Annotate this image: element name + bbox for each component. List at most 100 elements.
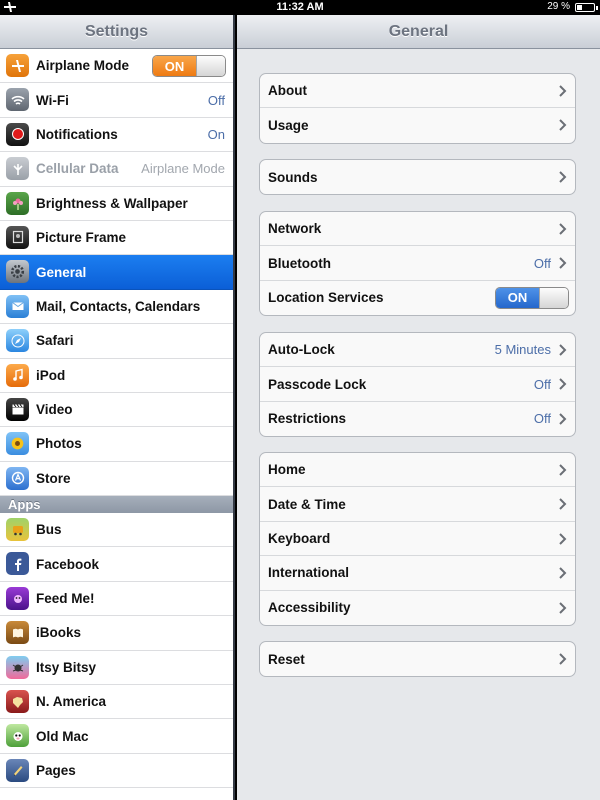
row-bluetooth[interactable]: Bluetooth Off [260, 246, 575, 281]
wifi-status: Off [207, 92, 225, 108]
chevron-right-icon [559, 85, 567, 97]
row-restrictions[interactable]: Restrictions Off [260, 402, 575, 436]
row-label: Auto-Lock [268, 342, 335, 358]
row-label: Date & Time [268, 496, 346, 512]
chevron-right-icon [559, 344, 567, 356]
sidebar-item-label: Photos [36, 436, 82, 452]
apps-section-header: Apps [0, 496, 233, 514]
status-bar: 11:32 AM 29 % [0, 0, 600, 15]
sidebar-item-picture-frame[interactable]: Picture Frame [0, 220, 233, 256]
old-mac-icon [6, 724, 29, 748]
sidebar-item-feed-me[interactable]: Feed Me! [0, 581, 233, 617]
sidebar-item-mail-contacts-calendars[interactable]: Mail, Contacts, Calendars [0, 289, 233, 325]
row-reset[interactable]: Reset [260, 642, 575, 676]
toggle-state: ON [496, 287, 539, 308]
sidebar-item-label: Brightness & Wallpaper [36, 195, 188, 211]
sidebar-item-label: iPod [36, 367, 66, 383]
sidebar-item-ibooks[interactable]: iBooks [0, 616, 233, 651]
chevron-right-icon [559, 413, 567, 425]
row-keyboard[interactable]: Keyboard [260, 522, 575, 557]
sidebar-item-n-america[interactable]: N. America [0, 685, 233, 720]
sidebar-item-label: Wi-Fi [36, 92, 69, 108]
sidebar-item-notifications[interactable]: Notifications On [0, 117, 233, 153]
page-title: General [237, 15, 600, 49]
restrictions-value: Off [533, 411, 551, 427]
chevron-right-icon [559, 119, 567, 132]
sidebar-item-label: Mail, Contacts, Calendars [36, 298, 201, 314]
sidebar-item-label: Safari [36, 333, 74, 349]
bluetooth-status: Off [533, 255, 551, 271]
status-time: 11:32 AM [276, 1, 324, 13]
sidebar-item-bus[interactable]: Bus [0, 513, 233, 548]
notifications-icon [6, 122, 29, 146]
sidebar-item-wifi[interactable]: Wi-Fi Off [0, 83, 233, 118]
sidebar-item-video[interactable]: Video [0, 392, 233, 428]
row-label: Bluetooth [268, 255, 331, 271]
flower-icon [6, 191, 29, 215]
sidebar-item-label: Notifications [36, 126, 118, 142]
sidebar-item-general[interactable]: General [0, 255, 233, 290]
row-label: About [268, 83, 307, 99]
cellular-icon [6, 157, 29, 181]
row-network[interactable]: Network [260, 212, 575, 247]
row-label: Network [268, 221, 322, 237]
cellular-status: Airplane Mode [141, 161, 225, 177]
location-services-toggle[interactable]: ON [495, 286, 569, 309]
sidebar-item-airplane-mode[interactable]: Airplane Mode ON [0, 49, 233, 84]
chevron-right-icon [559, 601, 567, 614]
row-location-services: Location Services ON [260, 281, 575, 315]
settings-group-network: Network Bluetooth Off Location Services … [259, 211, 576, 317]
sidebar-item-brightness-wallpaper[interactable]: Brightness & Wallpaper [0, 186, 233, 221]
battery-icon [575, 3, 598, 12]
music-note-icon [6, 363, 29, 387]
row-passcode-lock[interactable]: Passcode Lock Off [260, 367, 575, 402]
settings-list: Airplane Mode ON Wi-Fi Off Notifications… [0, 49, 233, 497]
row-label: Usage [268, 118, 309, 134]
chevron-right-icon [559, 498, 567, 511]
sidebar-item-label: Facebook [36, 556, 100, 572]
sidebar-item-label: Itsy Bitsy [36, 659, 97, 675]
row-label: Sounds [268, 169, 318, 185]
chevron-right-icon [559, 171, 567, 183]
sidebar-item-photos[interactable]: Photos [0, 427, 233, 462]
toggle-knob [539, 287, 568, 308]
row-international[interactable]: International [260, 556, 575, 591]
sidebar-item-label: Cellular Data [36, 161, 119, 177]
sidebar-item-safari[interactable]: Safari [0, 324, 233, 359]
mail-icon [6, 294, 29, 318]
chevron-right-icon [559, 223, 567, 235]
row-accessibility[interactable]: Accessibility [260, 591, 575, 625]
sidebar-item-label: Feed Me! [36, 591, 95, 607]
row-label: Accessibility [268, 600, 351, 616]
row-about[interactable]: About [260, 74, 575, 109]
row-usage[interactable]: Usage [260, 108, 575, 142]
sidebar-item-ipod[interactable]: iPod [0, 358, 233, 393]
row-auto-lock[interactable]: Auto-Lock 5 Minutes [260, 333, 575, 368]
chevron-right-icon [559, 533, 567, 545]
airplane-mode-toggle[interactable]: ON [152, 55, 226, 77]
sidebar-item-itsy-bitsy[interactable]: Itsy Bitsy [0, 650, 233, 686]
sunflower-icon [6, 432, 29, 456]
sidebar-item-cellular-data[interactable]: Cellular Data Airplane Mode [0, 152, 233, 187]
feed-me-icon [6, 586, 29, 610]
row-home[interactable]: Home [260, 453, 575, 488]
chevron-right-icon [559, 257, 567, 270]
row-sounds[interactable]: Sounds [260, 160, 575, 194]
sidebar-item-pages[interactable]: Pages [0, 753, 233, 789]
chevron-right-icon [559, 464, 567, 476]
sidebar-item-label: Bus [36, 522, 62, 538]
sidebar-item-facebook[interactable]: Facebook [0, 547, 233, 582]
settings-sidebar: Settings Airplane Mode ON Wi-Fi Off Noti… [0, 15, 235, 800]
facebook-icon [6, 552, 29, 576]
sidebar-item-label: N. America [36, 694, 107, 710]
row-date-time[interactable]: Date & Time [260, 487, 575, 522]
sidebar-item-store[interactable]: Store [0, 461, 233, 497]
row-label: Location Services [268, 290, 384, 306]
auto-lock-value: 5 Minutes [494, 342, 551, 358]
settings-group-sounds: Sounds [259, 159, 576, 196]
settings-group-system: Home Date & Time Keyboard International … [259, 452, 576, 626]
n-america-icon [6, 690, 29, 714]
sidebar-item-old-mac[interactable]: Old Mac [0, 719, 233, 754]
battery-percentage: 29 % [547, 1, 570, 12]
chevron-right-icon [559, 378, 567, 391]
